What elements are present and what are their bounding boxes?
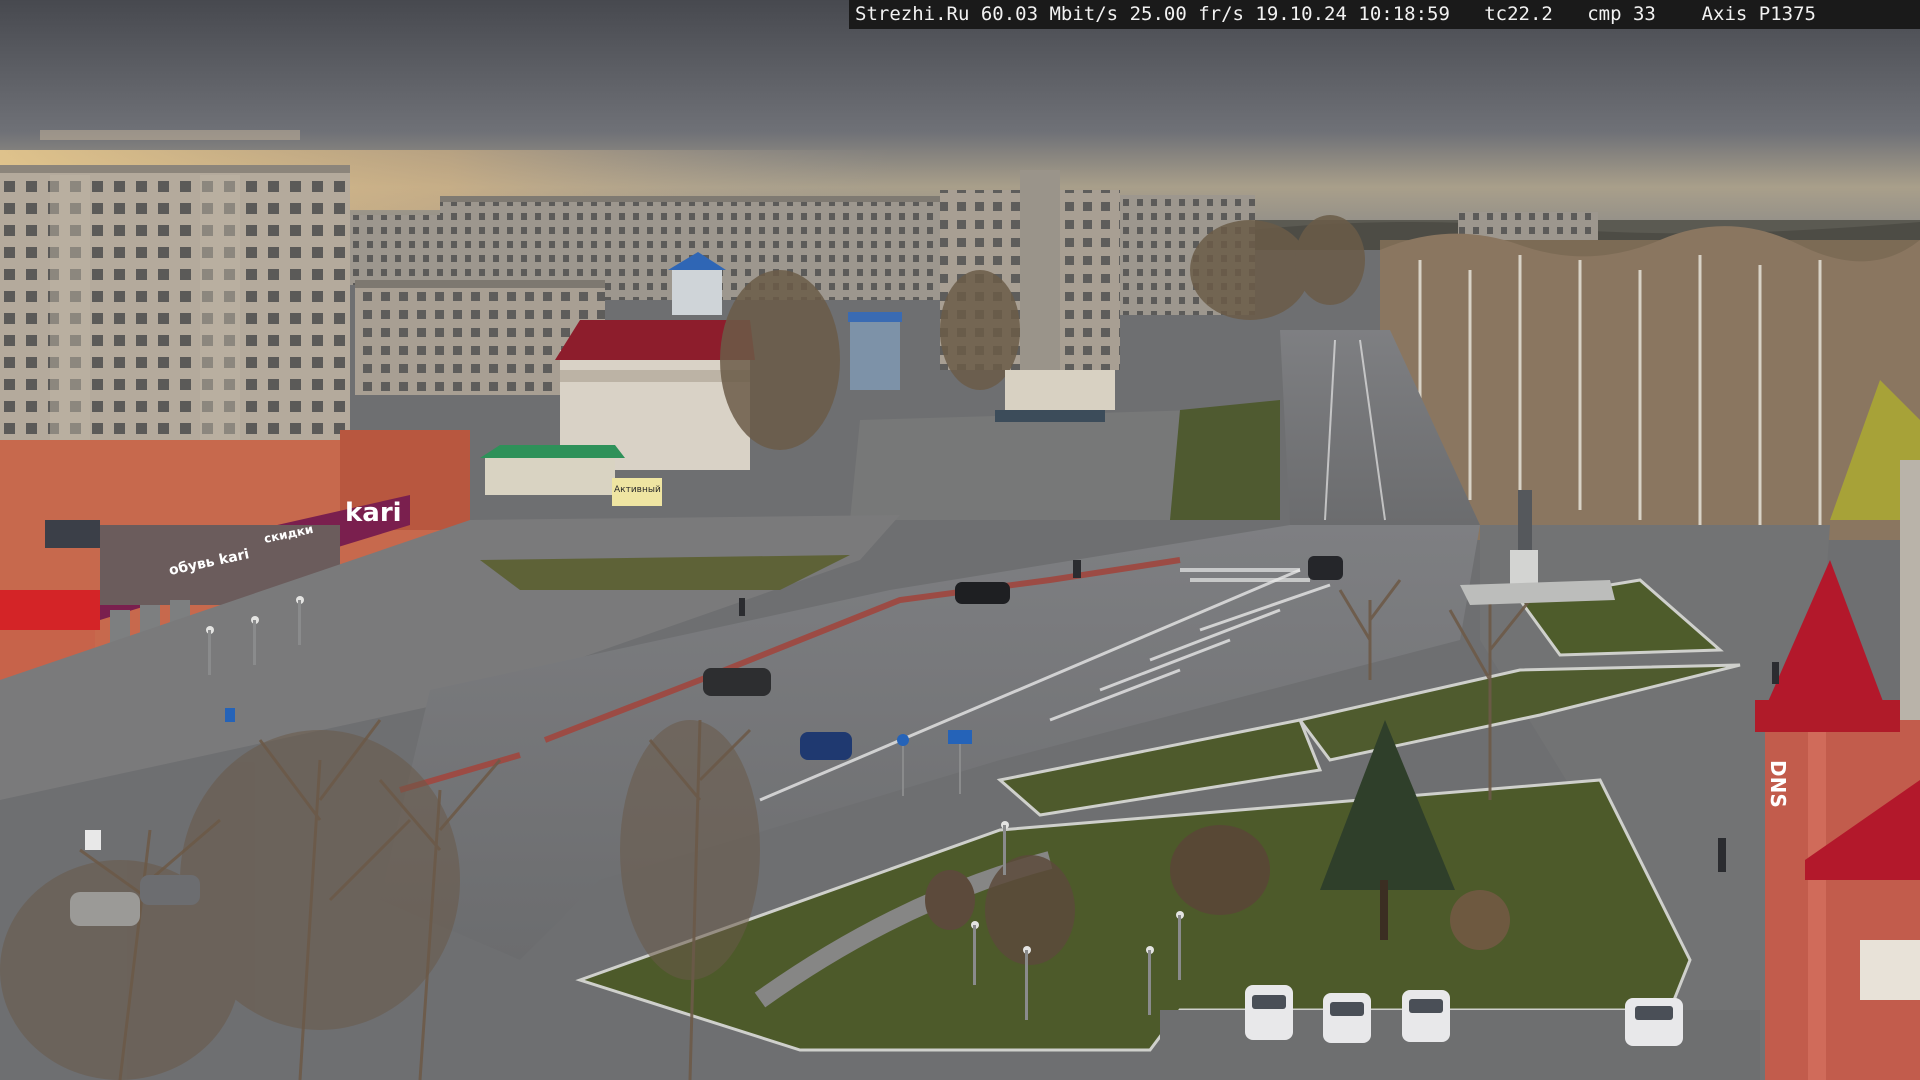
overlay-framerate: 25.00 fr/s	[1129, 3, 1244, 25]
camera-frame: kari обувь kari скидки Активный DNS	[0, 0, 1920, 1080]
blue-roof-tower	[672, 270, 722, 315]
central-plaza	[850, 410, 1200, 520]
shop-sign-text: Активный	[614, 485, 661, 495]
tower-letters: DNS	[1766, 760, 1790, 808]
overlay-tc: tc22.2	[1484, 3, 1553, 25]
overlay-camera-model: Axis P1375	[1701, 3, 1816, 25]
kari-sign: kari	[345, 498, 402, 528]
small-shop	[485, 455, 615, 495]
camera-info-overlay: Strezhi.Ru 60.03 Mbit/s 25.00 fr/s 19.10…	[849, 0, 1920, 29]
overlay-site: Strezhi.Ru	[855, 3, 970, 25]
monument-building	[1005, 370, 1115, 410]
overlay-cmp: cmp 33	[1587, 3, 1656, 25]
street-scene: kari обувь kari скидки Активный DNS	[0, 0, 1920, 1080]
overlay-date: 19.10.24	[1255, 3, 1347, 25]
median-grass	[1170, 400, 1280, 520]
overlay-bitrate: 60.03 Mbit/s	[980, 3, 1119, 25]
overlay-time: 10:18:59	[1358, 3, 1450, 25]
